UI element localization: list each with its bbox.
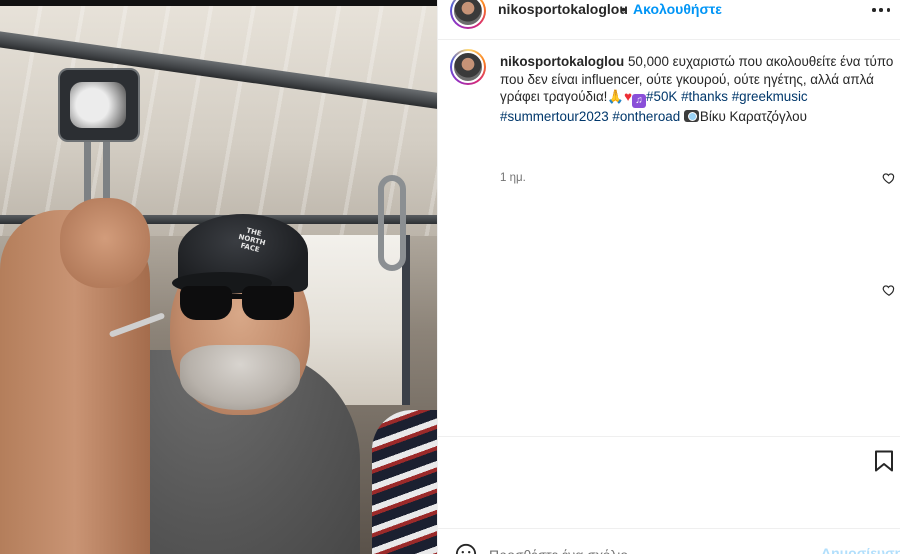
post-comment-button[interactable]: Δημοσίευση xyxy=(821,545,900,554)
caption-author-avatar[interactable] xyxy=(450,49,486,85)
post-side-panel: nikosportokaloglou • Ακολουθήστε nikospo… xyxy=(437,0,900,554)
comment-input[interactable] xyxy=(489,544,809,554)
hashtag-ontheroad[interactable]: #ontheroad xyxy=(612,109,680,124)
comment-like-heart-icon[interactable] xyxy=(882,283,896,297)
hashtag-summertour2023[interactable]: #summertour2023 xyxy=(500,109,609,124)
post-photo[interactable]: THE NORTH FACE xyxy=(0,0,437,554)
music-notes-emoji: ♫ xyxy=(632,94,647,109)
header-separator: • xyxy=(621,1,626,17)
caption-text: nikosportokaloglou 50,000 ευχαριστώ που … xyxy=(500,53,895,126)
camera-emoji xyxy=(683,110,699,123)
pray-emoji: 🙏 xyxy=(607,89,625,105)
man-beard xyxy=(180,345,300,410)
hashtag-thanks[interactable]: #thanks xyxy=(681,89,728,104)
photo-credit: Βίκυ Καρατζόγλου xyxy=(699,109,807,125)
hashtag-50k[interactable]: #50K xyxy=(646,89,677,104)
more-options-icon[interactable] xyxy=(872,2,890,18)
strap-handle xyxy=(58,68,140,142)
actions-divider xyxy=(437,436,900,437)
follow-button[interactable]: Ακολουθήστε xyxy=(633,1,722,17)
handle-sticker xyxy=(70,82,126,128)
comment-bar: Δημοσίευση xyxy=(437,528,900,554)
red-heart-emoji: ♥ xyxy=(624,89,633,105)
background-passenger-right xyxy=(372,410,437,554)
hand-strap-far xyxy=(378,175,406,271)
man-hand xyxy=(60,198,150,288)
hashtag-greekmusic[interactable]: #greekmusic xyxy=(732,89,808,104)
author-username[interactable]: nikosportokaloglou xyxy=(498,1,628,17)
caption-username[interactable]: nikosportokaloglou xyxy=(500,54,624,69)
sunglasses xyxy=(180,286,300,322)
post-header: nikosportokaloglou • Ακολουθήστε xyxy=(438,0,900,40)
author-avatar[interactable] xyxy=(450,0,486,29)
post-time[interactable]: 1 ημ. xyxy=(500,172,526,184)
emoji-picker-icon[interactable] xyxy=(455,543,477,554)
comment-like-heart-icon[interactable] xyxy=(882,171,896,185)
bookmark-icon[interactable] xyxy=(874,450,894,472)
